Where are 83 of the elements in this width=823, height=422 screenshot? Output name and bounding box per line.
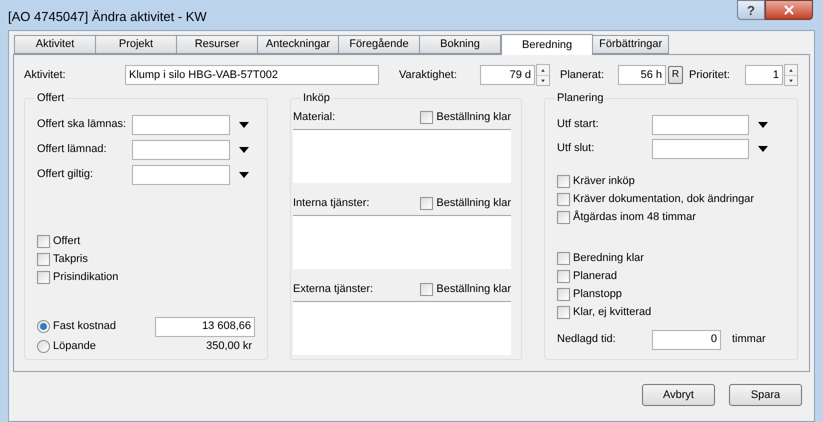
down-arrow-icon	[537, 75, 549, 85]
dialog-button[interactable]: Spara	[729, 384, 802, 406]
close-icon	[782, 3, 796, 17]
date-field[interactable]	[652, 138, 749, 158]
field-label: Prioritet:	[689, 68, 731, 83]
field-label: Offert lämnad:	[37, 142, 108, 158]
tab[interactable]: Bokning	[419, 35, 501, 54]
checkbox[interactable]	[37, 253, 50, 266]
section-label: Interna tjänster:	[293, 196, 370, 212]
radio-label: Fast kostnad	[53, 319, 117, 334]
help-button[interactable]: ?	[737, 0, 765, 20]
checkbox-label: Kräver inköp	[573, 174, 635, 190]
unit-label: timmar	[732, 332, 766, 348]
field-label: Offert ska lämnas:	[37, 117, 128, 132]
field-label: Utf slut:	[557, 141, 596, 156]
checkbox[interactable]	[557, 252, 570, 265]
priority-field[interactable]: 1	[745, 65, 783, 85]
radio-button[interactable]	[37, 320, 50, 333]
checkbox[interactable]	[557, 193, 570, 206]
checkbox[interactable]	[37, 235, 50, 248]
down-arrow-icon	[785, 75, 797, 85]
checkbox-label: Planerad	[573, 269, 618, 284]
dialog-button[interactable]: Avbryt	[642, 384, 715, 406]
planned-field[interactable]: 56 h	[618, 65, 666, 85]
checkbox-label: Prisindikation	[53, 270, 118, 286]
tab[interactable]: Projekt	[95, 35, 177, 54]
radio-button[interactable]	[37, 340, 50, 353]
checkbox-label: Beställning klar	[436, 110, 511, 126]
dropdown-arrow-icon[interactable]	[239, 122, 249, 128]
close-button[interactable]	[765, 0, 813, 20]
checkbox-label: Takpris	[53, 252, 88, 268]
dropdown-arrow-icon[interactable]	[239, 146, 249, 152]
checkbox-label: Beställning klar	[436, 196, 511, 212]
dropdown-arrow-icon[interactable]	[758, 122, 768, 128]
group-title: Offert	[36, 91, 66, 106]
checkbox[interactable]	[557, 175, 570, 188]
tab[interactable]: Beredning	[501, 34, 594, 55]
checkbox[interactable]	[557, 288, 570, 301]
activity-field[interactable]: Klump i silo HBG-VAB-57T002	[125, 65, 379, 85]
checkbox[interactable]	[557, 211, 570, 224]
checkbox[interactable]	[557, 306, 570, 319]
tab[interactable]: Förbättringar	[592, 35, 670, 54]
checkbox-label: Offert	[53, 234, 80, 250]
tab[interactable]: Resurser	[176, 35, 258, 54]
checkbox-label: Beredning klar	[573, 251, 644, 266]
date-field[interactable]	[132, 114, 230, 134]
tab[interactable]: Aktivitet	[14, 35, 96, 54]
checkbox[interactable]	[420, 283, 434, 296]
date-field[interactable]	[132, 164, 230, 184]
checkbox[interactable]	[420, 111, 434, 124]
time-field[interactable]: 0	[652, 330, 721, 350]
reset-button[interactable]: R	[668, 66, 683, 84]
window-title: [AO 4745047] Ändra aktivitet - KW	[8, 8, 207, 26]
tab[interactable]: Föregående	[338, 35, 420, 54]
field-label: Offert giltig:	[37, 167, 94, 182]
duration-field[interactable]: 79 d	[480, 65, 535, 85]
checkbox[interactable]	[557, 270, 570, 283]
field-label: Aktivitet:	[24, 68, 67, 83]
checkbox-label: Kräver dokumentation, dok ändringar	[573, 192, 754, 208]
group-title: Planering	[556, 91, 604, 106]
date-field[interactable]	[652, 114, 749, 134]
checkbox-label: Klar, ej kvitterad	[573, 305, 652, 320]
price-field[interactable]: 13 608,66	[155, 316, 255, 336]
field-label: Varaktighet:	[399, 68, 458, 83]
price-text: 350,00 kr	[205, 339, 253, 354]
date-field[interactable]	[132, 140, 230, 160]
checkbox[interactable]	[420, 197, 434, 210]
tab[interactable]: Anteckningar	[257, 35, 339, 54]
radio-label: Löpande	[53, 339, 97, 354]
group-title: Inköp	[302, 91, 331, 106]
checkbox-label: Beställning klar	[436, 282, 511, 298]
spin-buttons[interactable]	[784, 64, 798, 86]
dropdown-arrow-icon[interactable]	[758, 146, 768, 152]
checkbox-label: Åtgärdas inom 48 timmar	[573, 209, 696, 226]
field-label: Nedlagd tid:	[557, 332, 617, 348]
field-label: Planerat:	[560, 68, 606, 83]
dropdown-arrow-icon[interactable]	[239, 172, 249, 178]
section-label: Externa tjänster:	[293, 282, 374, 298]
checkbox-label: Planstopp	[573, 287, 622, 302]
spin-buttons[interactable]	[536, 64, 550, 86]
section-label: Material:	[293, 110, 336, 126]
field-label: Utf start:	[557, 117, 600, 132]
checkbox[interactable]	[37, 271, 50, 284]
